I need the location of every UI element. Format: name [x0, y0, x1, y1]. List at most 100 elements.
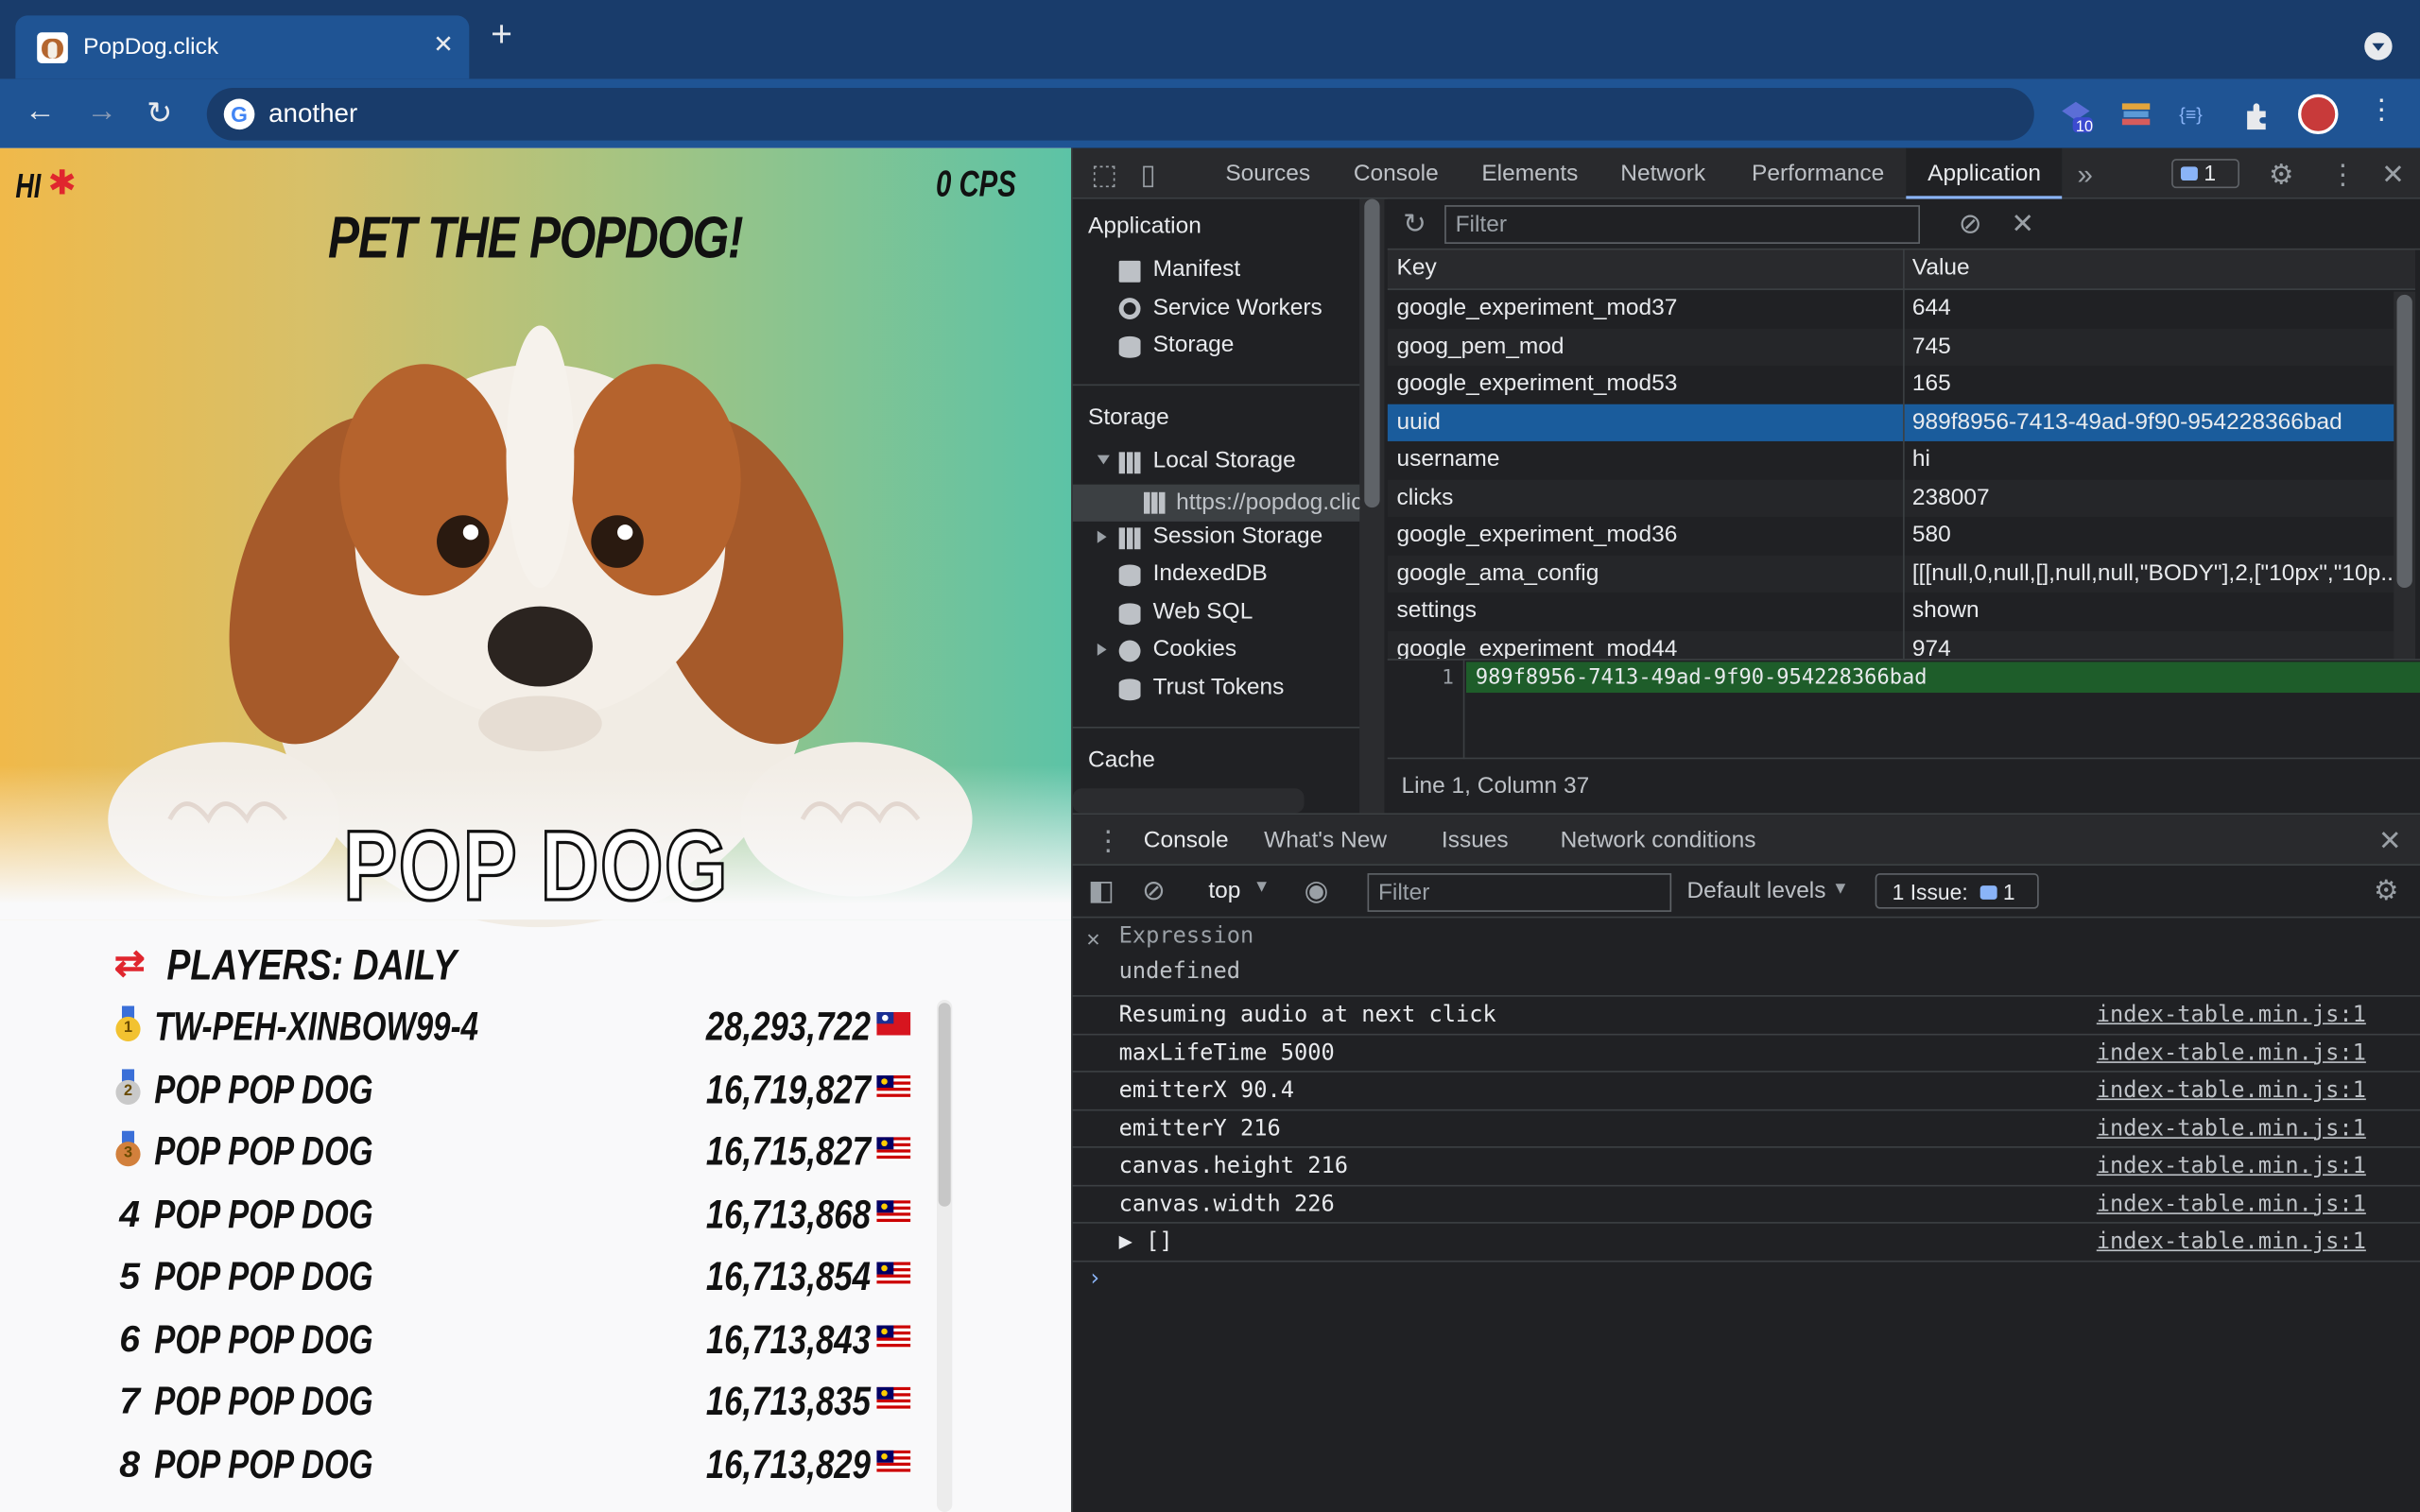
profile-avatar[interactable]	[2298, 94, 2339, 135]
forward-icon[interactable]: →	[86, 94, 117, 130]
expand-local-storage-icon[interactable]	[1097, 455, 1110, 465]
close-drawer-icon[interactable]: ✕	[2378, 825, 2402, 857]
console-source-link[interactable]: index-table.min.js:1	[2097, 1078, 2366, 1103]
storage-row[interactable]: clicks 238007	[1387, 478, 2416, 517]
leaderboard-row[interactable]: 3 POP POP DOG 16,715,827	[114, 1119, 917, 1181]
drawer-tab-issues[interactable]: Issues	[1442, 827, 1509, 853]
refresh-icon[interactable]: ↻	[1403, 208, 1426, 240]
console-source-link[interactable]: index-table.min.js:1	[2097, 1229, 2366, 1254]
leaderboard-scrollbar[interactable]	[937, 999, 953, 1512]
storage-filter-input[interactable]: Filter	[1444, 205, 1921, 244]
tab-elements[interactable]: Elements	[1481, 161, 1578, 187]
settings-gear-icon[interactable]: ⚙	[2269, 159, 2293, 191]
sidebar-item-origin[interactable]: https://popdog.click	[1072, 484, 1360, 522]
storage-value[interactable]: shown	[1912, 593, 2400, 629]
console-source-link[interactable]: index-table.min.js:1	[2097, 1192, 2366, 1216]
storage-key[interactable]: uuid	[1397, 404, 1441, 440]
browser-tab[interactable]: PopDog.click ✕	[15, 15, 470, 79]
back-icon[interactable]: ←	[25, 94, 56, 130]
tab-application[interactable]: Application	[1906, 147, 2063, 199]
storage-key[interactable]: google_ama_config	[1397, 555, 1599, 592]
storage-key[interactable]: clicks	[1397, 479, 1454, 516]
leaderboard-title[interactable]: PLAYERS: DAILY	[166, 941, 457, 990]
live-expression-eye-icon[interactable]: ◉	[1305, 875, 1329, 907]
storage-value[interactable]: 745	[1912, 328, 2400, 365]
storage-key[interactable]: google_experiment_mod44	[1397, 630, 1678, 659]
storage-value[interactable]: 644	[1912, 290, 2400, 327]
storage-row[interactable]: uuid 989f8956-7413-49ad-9f90-954228366bad	[1387, 403, 2416, 441]
storage-key[interactable]: username	[1397, 441, 1500, 478]
leaderboard-row[interactable]: 2 POP POP DOG 16,719,827	[114, 1057, 917, 1119]
sidebar-item-cookies[interactable]: Cookies	[1153, 636, 1236, 662]
close-tab-icon[interactable]: ✕	[433, 29, 454, 60]
console-source-link[interactable]: index-table.min.js:1	[2097, 1040, 2366, 1065]
drawer-tab-network-conditions[interactable]: Network conditions	[1561, 827, 1756, 853]
storage-value[interactable]: [[[null,0,null,[],null,null,"BODY"],2,["…	[1912, 555, 2400, 592]
storage-key[interactable]: goog_pem_mod	[1397, 328, 1564, 365]
leaderboard-row[interactable]: 1 TW-PEH-XINBOW99-4 28,293,722	[114, 993, 917, 1056]
sidebar-item-service-workers[interactable]: Service Workers	[1153, 295, 1322, 321]
sidebar-item-trust-tokens[interactable]: Trust Tokens	[1153, 674, 1285, 700]
clear-all-icon[interactable]: ⊘	[1959, 208, 1982, 240]
context-dropdown-icon[interactable]: ▼	[1253, 878, 1270, 897]
sidebar-item-websql[interactable]: Web SQL	[1153, 598, 1253, 625]
close-devtools-icon[interactable]: ✕	[2381, 159, 2405, 191]
context-selector[interactable]: top	[1208, 878, 1240, 904]
books-extension-icon[interactable]	[2119, 98, 2153, 132]
storage-value[interactable]: 165	[1912, 366, 2400, 403]
storage-row[interactable]: google_experiment_mod44 974	[1387, 629, 2416, 660]
sidebar-scrollbar[interactable]	[1359, 198, 1385, 814]
log-levels-dropdown[interactable]: Default levels	[1686, 878, 1825, 904]
sidebar-h-scrollbar[interactable]	[1072, 788, 1305, 814]
sidebar-toggle-icon[interactable]: ◧	[1088, 875, 1115, 907]
preview-value[interactable]: 989f8956-7413-49ad-9f90-954228366bad	[1466, 662, 2420, 694]
console-source-link[interactable]: index-table.min.js:1	[2097, 1003, 2366, 1027]
tab-console[interactable]: Console	[1354, 161, 1439, 187]
expression-input[interactable]: Expression	[1119, 924, 1254, 949]
console-source-link[interactable]: index-table.min.js:1	[2097, 1154, 2366, 1178]
drawer-tab-whats-new[interactable]: What's New	[1264, 827, 1387, 853]
sidebar-item-local-storage[interactable]: Local Storage	[1153, 447, 1296, 473]
device-toolbar-icon[interactable]: ▯	[1141, 159, 1156, 191]
new-tab-button[interactable]: +	[491, 16, 512, 53]
console-settings-icon[interactable]: ⚙	[2374, 875, 2398, 907]
address-text[interactable]: another	[268, 98, 357, 129]
storage-row[interactable]: google_experiment_mod53 165	[1388, 366, 2415, 404]
origin-label[interactable]: https://popdog.click	[1176, 490, 1359, 516]
browser-menu-icon[interactable]: ⋮	[2367, 94, 2394, 127]
clear-console-icon[interactable]: ⊘	[1142, 875, 1166, 907]
log-levels-chevron-icon[interactable]: ▼	[1832, 880, 1849, 899]
console-issues-button[interactable]: 1 Issue: 1	[1875, 873, 2039, 909]
storage-row[interactable]: username hi	[1388, 441, 2415, 479]
address-bar[interactable]: G another	[206, 88, 2034, 141]
tab-performance[interactable]: Performance	[1752, 161, 1884, 187]
console-source-link[interactable]: index-table.min.js:1	[2097, 1116, 2366, 1141]
settings-gear-icon[interactable]: ✱	[48, 163, 77, 203]
storage-row[interactable]: google_ama_config [[[null,0,null,[],null,…	[1387, 554, 2416, 593]
extensions-puzzle-icon[interactable]	[2241, 98, 2275, 132]
leaderboard-row[interactable]: 5 POP POP DOG 16,713,854	[114, 1244, 917, 1306]
delete-selected-icon[interactable]: ✕	[2011, 208, 2034, 240]
storage-key[interactable]: settings	[1397, 593, 1477, 629]
leaderboard-row[interactable]: 6 POP POP DOG 16,713,843	[114, 1306, 917, 1368]
storage-table-scrollbar[interactable]	[2394, 291, 2416, 660]
sidebar-item-storage[interactable]: Storage	[1153, 332, 1235, 358]
drawer-menu-icon[interactable]: ⋮	[1095, 825, 1122, 857]
leaderboard-row[interactable]: 8 POP POP DOG 16,713,829	[114, 1431, 917, 1493]
sidebar-item-session-storage[interactable]: Session Storage	[1153, 523, 1323, 549]
tab-network[interactable]: Network	[1620, 161, 1705, 187]
tab-sources[interactable]: Sources	[1225, 161, 1310, 187]
leaderboard-row[interactable]: 7 POP POP DOG 16,713,835	[114, 1368, 917, 1431]
swap-arrows-icon[interactable]: ⇄	[114, 941, 146, 986]
storage-row[interactable]: google_experiment_mod36 580	[1388, 517, 2415, 555]
json-extension-icon[interactable]: {≡}	[2179, 103, 2203, 125]
sidebar-item-manifest[interactable]: Manifest	[1153, 256, 1241, 283]
sidebar-item-indexeddb[interactable]: IndexedDB	[1153, 560, 1268, 587]
storage-key[interactable]: google_experiment_mod36	[1397, 517, 1678, 554]
player-name[interactable]: HI	[15, 166, 41, 206]
console-message-text[interactable]: ▶ []	[1119, 1229, 1173, 1254]
console-filter-input[interactable]: Filter	[1367, 873, 1672, 912]
inspect-element-icon[interactable]: ⬚	[1091, 159, 1117, 191]
column-value[interactable]: Value	[1912, 249, 2400, 286]
reload-icon[interactable]: ↻	[147, 94, 172, 133]
